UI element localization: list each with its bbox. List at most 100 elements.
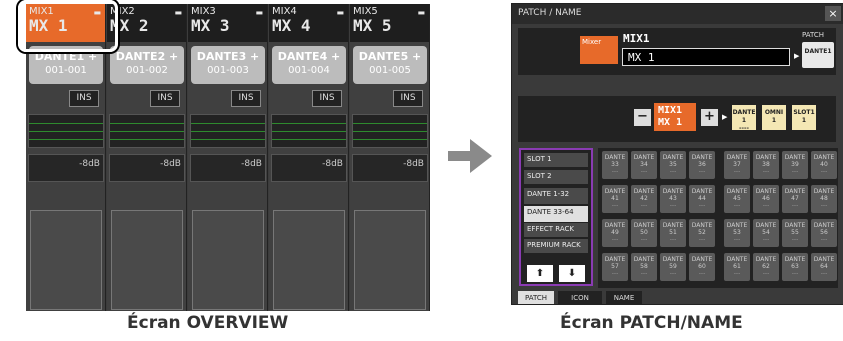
patch-cell[interactable]: DANTE 43 --- (660, 185, 686, 213)
patch-cell[interactable]: DANTE 37 --- (724, 151, 750, 179)
eq-graph[interactable] (271, 114, 347, 148)
level-display[interactable]: -8dB (271, 154, 347, 182)
patch-cell[interactable]: DANTE 50 --- (631, 219, 657, 247)
level-value: -8dB (322, 159, 343, 169)
ins-button[interactable]: INS (69, 90, 99, 107)
patch-cell[interactable]: DANTE 59 --- (660, 253, 686, 281)
patch-button[interactable]: DANTE1 (802, 42, 834, 68)
type-button[interactable]: Mixer (580, 36, 618, 64)
patch-cell[interactable]: DANTE 58 --- (631, 253, 657, 281)
cell-label: DANTE (662, 154, 684, 161)
cell-dash: --- (820, 168, 828, 175)
patch-label: DANTE2 + (115, 50, 179, 63)
eq-graph[interactable] (28, 114, 104, 148)
ins-button[interactable]: INS (150, 90, 180, 107)
eq-graph[interactable] (109, 114, 185, 148)
channel-name-button[interactable]: MIX2 MX 2 ▬ (107, 4, 186, 42)
patch-cell[interactable]: DANTE 54 --- (753, 219, 779, 247)
input-button-omni[interactable]: OMNI 1 (762, 105, 786, 130)
cell-number: 52 (698, 229, 706, 236)
close-button[interactable]: × (825, 6, 841, 21)
patch-cell[interactable]: DANTE 46 --- (753, 185, 779, 213)
tab-name[interactable]: NAME (606, 291, 642, 304)
next-channel-button[interactable]: + (701, 109, 718, 126)
level-display[interactable]: -8dB (190, 154, 266, 182)
patch-cell[interactable]: DANTE 60 --- (689, 253, 715, 281)
patch-cell[interactable]: DANTE 48 --- (811, 185, 837, 213)
fader-area[interactable] (354, 210, 426, 310)
list-item[interactable]: EFFECT RACK (524, 223, 588, 237)
list-item[interactable]: SLOT 2 (524, 170, 588, 184)
cell-dash: --- (611, 236, 619, 243)
patch-cell[interactable]: DANTE 35 --- (660, 151, 686, 179)
cell-number: 44 (698, 195, 706, 202)
patch-cell[interactable]: DANTE 62 --- (753, 253, 779, 281)
patch-button[interactable]: DANTE5 + 001-005 (353, 46, 427, 84)
ins-button[interactable]: INS (393, 90, 423, 107)
patch-cell[interactable]: DANTE 42 --- (631, 185, 657, 213)
tab-patch[interactable]: PATCH (518, 291, 554, 304)
cell-dash: --- (762, 236, 770, 243)
level-display[interactable]: -8dB (109, 154, 185, 182)
list-item[interactable]: DANTE 33-64 (524, 206, 588, 222)
list-item[interactable]: DANTE 1-32 (524, 188, 588, 204)
cell-dash: --- (611, 270, 619, 277)
patch-cell[interactable]: DANTE 52 --- (689, 219, 715, 247)
patch-cell[interactable]: DANTE 56 --- (811, 219, 837, 247)
patch-cell[interactable]: DANTE 44 --- (689, 185, 715, 213)
patch-cell[interactable]: DANTE 61 --- (724, 253, 750, 281)
level-display[interactable]: -8dB (28, 154, 104, 182)
eq-graph[interactable] (190, 114, 266, 148)
cell-dash: --- (762, 270, 770, 277)
input-button-slot1[interactable]: SLOT1 1 (792, 105, 816, 130)
channel-name-button[interactable]: MIX3 MX 3 ▬ (188, 4, 267, 42)
cell-number: 56 (820, 229, 828, 236)
patch-cell[interactable]: DANTE 47 --- (782, 185, 808, 213)
patch-button[interactable]: DANTE4 + 001-004 (272, 46, 346, 84)
patch-button[interactable]: DANTE3 + 001-003 (191, 46, 265, 84)
patch-cell[interactable]: DANTE 41 --- (602, 185, 628, 213)
channel-name-button[interactable]: MIX4 MX 4 ▬ (269, 4, 348, 42)
patch-cell[interactable]: DANTE 53 --- (724, 219, 750, 247)
patch-cell[interactable]: DANTE 33 --- (602, 151, 628, 179)
fader-area[interactable] (30, 210, 102, 310)
cell-label: DANTE (784, 256, 806, 263)
list-item[interactable]: SLOT 1 (524, 153, 588, 167)
cell-label: DANTE (813, 256, 835, 263)
input-button-dante[interactable]: DANTE 1 ---- (732, 105, 756, 132)
tab-icon[interactable]: ICON (558, 291, 602, 304)
cell-number: 59 (669, 263, 677, 270)
cell-label: DANTE (813, 154, 835, 161)
channel-name-field[interactable]: MX 1 (622, 48, 790, 66)
patch-cell[interactable]: DANTE 34 --- (631, 151, 657, 179)
fader-area[interactable] (192, 210, 264, 310)
patch-cell[interactable]: DANTE 36 --- (689, 151, 715, 179)
patch-button[interactable]: DANTE2 + 001-002 (110, 46, 184, 84)
patch-cell[interactable]: DANTE 63 --- (782, 253, 808, 281)
fader-area[interactable] (111, 210, 183, 310)
eq-graph[interactable] (352, 114, 428, 148)
patch-cell[interactable]: DANTE 64 --- (811, 253, 837, 281)
ins-button[interactable]: INS (312, 90, 342, 107)
patch-cell[interactable]: DANTE 39 --- (782, 151, 808, 179)
ins-button[interactable]: INS (231, 90, 261, 107)
scroll-down-button[interactable]: ⬇ (559, 265, 585, 282)
cell-dash: --- (791, 270, 799, 277)
tab-bar: PATCH ICON NAME (518, 289, 838, 304)
level-display[interactable]: -8dB (352, 154, 428, 182)
patch-cell[interactable]: DANTE 49 --- (602, 219, 628, 247)
cell-number: 50 (640, 229, 648, 236)
patch-cell[interactable]: DANTE 55 --- (782, 219, 808, 247)
patch-cell[interactable]: DANTE 57 --- (602, 253, 628, 281)
prev-channel-button[interactable]: − (634, 109, 651, 126)
list-item[interactable]: PREMIUM RACK (524, 239, 588, 253)
fader-area[interactable] (273, 210, 345, 310)
channel-name-button[interactable]: MIX5 MX 5 ▬ (350, 4, 429, 42)
patch-cell[interactable]: DANTE 45 --- (724, 185, 750, 213)
scroll-up-button[interactable]: ⬆ (527, 265, 553, 282)
cell-dash: --- (733, 168, 741, 175)
patch-cell[interactable]: DANTE 51 --- (660, 219, 686, 247)
patch-cell[interactable]: DANTE 40 --- (811, 151, 837, 179)
patch-cell[interactable]: DANTE 38 --- (753, 151, 779, 179)
cell-dash: --- (698, 236, 706, 243)
